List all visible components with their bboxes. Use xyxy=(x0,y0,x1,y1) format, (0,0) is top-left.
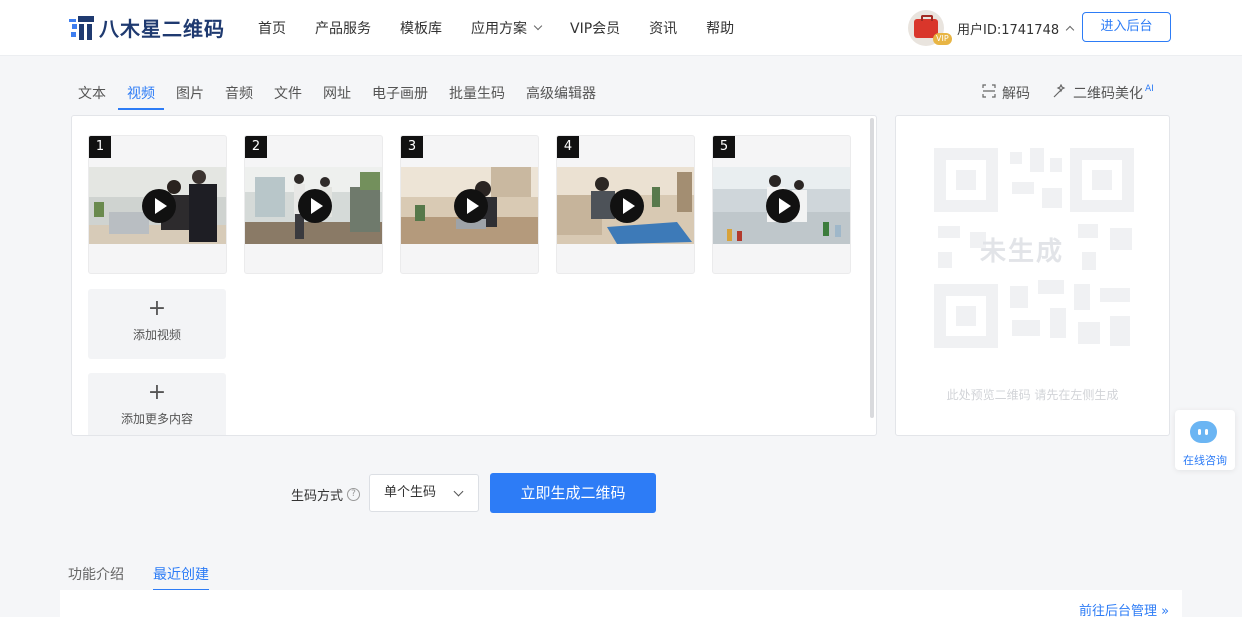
user-menu[interactable]: VIP 用户ID:1741748 xyxy=(908,10,1075,46)
tab-text[interactable]: 文本 xyxy=(78,83,106,110)
chevron-down-icon xyxy=(533,21,543,31)
scan-icon xyxy=(982,84,1002,102)
preview-hint: 此处预览二维码 请先在左侧生成 xyxy=(946,388,1119,402)
video-thumbnail[interactable] xyxy=(245,167,382,244)
tab-url[interactable]: 网址 xyxy=(323,83,351,110)
enter-dashboard-button[interactable]: 进入后台 xyxy=(1082,12,1171,42)
video-thumbnail[interactable] xyxy=(89,167,226,244)
decode-button[interactable]: 解码 xyxy=(982,83,1030,103)
video-thumbnail[interactable] xyxy=(713,167,850,244)
nav-templates[interactable]: 模板库 xyxy=(400,18,442,38)
nav-help[interactable]: 帮助 xyxy=(706,18,734,38)
video-number: 2 xyxy=(245,136,267,158)
logo-text: 八木星二维码 xyxy=(99,17,225,41)
video-number: 5 xyxy=(713,136,735,158)
nav-news[interactable]: 资讯 xyxy=(649,18,677,38)
beautify-button[interactable]: 二维码美化 AI xyxy=(1052,83,1154,103)
play-icon[interactable] xyxy=(766,189,800,223)
play-icon[interactable] xyxy=(454,189,488,223)
qr-status-text: 未生成 xyxy=(980,237,1065,267)
top-header: 八木星二维码 首页 产品服务 模板库 应用方案 VIP会员 资讯 帮助 VIP … xyxy=(0,0,1242,56)
chevron-down-icon xyxy=(453,486,464,497)
qr-tools: 解码 二维码美化 AI xyxy=(982,83,1176,103)
site-logo[interactable]: 八木星二维码 xyxy=(68,13,225,42)
generate-mode-select[interactable]: 单个生码 xyxy=(369,474,479,512)
generate-mode-label: 生码方式 ? xyxy=(291,485,361,504)
generate-qr-button[interactable]: 立即生成二维码 xyxy=(490,473,656,513)
scrollbar[interactable] xyxy=(870,118,874,418)
plus-icon: + xyxy=(147,296,167,321)
video-thumbnail[interactable] xyxy=(401,167,538,244)
video-editor-panel[interactable]: 1 2 3 4 5 + 添加视频 + 添加更多内容 xyxy=(71,115,877,436)
video-card[interactable]: 4 xyxy=(556,135,695,274)
video-card[interactable]: 5 xyxy=(712,135,851,274)
nav-home[interactable]: 首页 xyxy=(258,18,286,38)
tab-video[interactable]: 视频 xyxy=(118,83,164,110)
chat-bot-icon xyxy=(1190,421,1217,443)
tab-advanced-editor[interactable]: 高级编辑器 xyxy=(526,83,596,110)
add-video-label: 添加视频 xyxy=(132,328,181,342)
add-video-button[interactable]: + 添加视频 xyxy=(88,289,226,359)
video-card[interactable]: 1 xyxy=(88,135,227,274)
online-consult-button[interactable]: 在线咨询 xyxy=(1175,410,1235,470)
video-number: 1 xyxy=(89,136,111,158)
qr-preview-panel: 未生成 此处预览二维码 请先在左侧生成 xyxy=(895,115,1170,436)
video-thumbnail[interactable] xyxy=(557,167,694,244)
play-icon[interactable] xyxy=(142,189,176,223)
video-number: 3 xyxy=(401,136,423,158)
recent-panel xyxy=(60,590,1182,617)
play-icon[interactable] xyxy=(610,189,644,223)
tab-batch[interactable]: 批量生码 xyxy=(449,83,505,110)
avatar[interactable]: VIP xyxy=(908,10,952,46)
video-number: 4 xyxy=(557,136,579,158)
user-id[interactable]: 用户ID:1741748 xyxy=(957,19,1075,38)
tab-image[interactable]: 图片 xyxy=(176,83,204,110)
play-icon[interactable] xyxy=(298,189,332,223)
nav-products[interactable]: 产品服务 xyxy=(315,18,371,38)
bottom-tabs: 功能介绍 最近创建 xyxy=(68,564,238,591)
tab-audio[interactable]: 音频 xyxy=(225,83,253,110)
plus-icon: + xyxy=(147,380,167,405)
manage-dashboard-link[interactable]: 前往后台管理 » xyxy=(1079,600,1169,617)
tab-recent[interactable]: 最近创建 xyxy=(153,564,209,591)
tab-file[interactable]: 文件 xyxy=(274,83,302,110)
ai-badge: AI xyxy=(1145,84,1154,94)
chevron-up-icon xyxy=(1065,25,1075,35)
add-more-label: 添加更多内容 xyxy=(120,412,193,426)
video-card[interactable]: 3 xyxy=(400,135,539,274)
video-card[interactable]: 2 xyxy=(244,135,383,274)
vip-badge: VIP xyxy=(933,33,952,45)
main-nav: 首页 产品服务 模板库 应用方案 VIP会员 资讯 帮助 xyxy=(258,18,763,38)
nav-vip[interactable]: VIP会员 xyxy=(570,18,620,38)
nav-solutions[interactable]: 应用方案 xyxy=(471,18,543,38)
consult-label: 在线咨询 xyxy=(1183,454,1227,467)
tab-feature-intro[interactable]: 功能介绍 xyxy=(68,564,124,591)
logo-icon xyxy=(68,15,96,41)
tab-album[interactable]: 电子画册 xyxy=(372,83,428,110)
help-icon[interactable]: ? xyxy=(347,488,361,501)
magic-wand-icon xyxy=(1052,83,1073,103)
add-more-content-button[interactable]: + 添加更多内容 xyxy=(88,373,226,435)
content-type-tabs: 文本 视频 图片 音频 文件 网址 电子画册 批量生码 高级编辑器 xyxy=(78,83,617,110)
